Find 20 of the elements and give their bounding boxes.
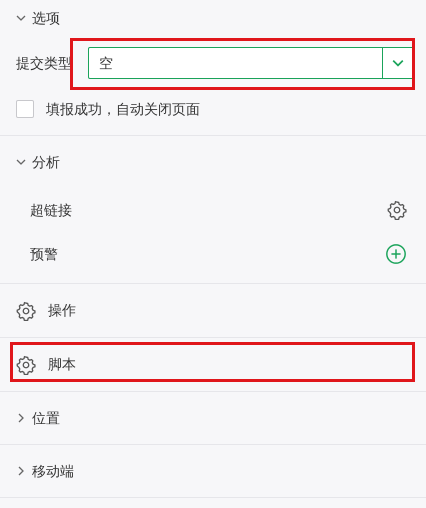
gear-icon[interactable] — [387, 200, 407, 220]
gear-icon[interactable] — [16, 354, 36, 374]
option-label: 超链接 — [30, 200, 72, 220]
chevron-down-icon[interactable] — [16, 157, 26, 167]
section-title: 操作 — [48, 301, 76, 320]
chevron-down-icon[interactable] — [16, 13, 26, 23]
gear-icon[interactable] — [16, 300, 36, 320]
type-select[interactable]: 空 — [88, 47, 414, 79]
option-label: 预警 — [30, 244, 58, 264]
section-title: 移动端 — [32, 462, 74, 480]
chevron-down-icon[interactable] — [392, 57, 404, 69]
chevron-right-icon[interactable] — [16, 466, 26, 476]
section-title: 分析 — [32, 152, 60, 172]
checkbox[interactable] — [16, 100, 34, 118]
add-icon[interactable] — [385, 243, 407, 265]
section-title: 位置 — [32, 408, 60, 428]
section-title: 脚本 — [48, 355, 76, 374]
section-title: 选项 — [32, 8, 60, 28]
chevron-right-icon[interactable] — [16, 413, 26, 423]
checkbox-label: 填报成功，自动关闭页面 — [46, 100, 200, 118]
